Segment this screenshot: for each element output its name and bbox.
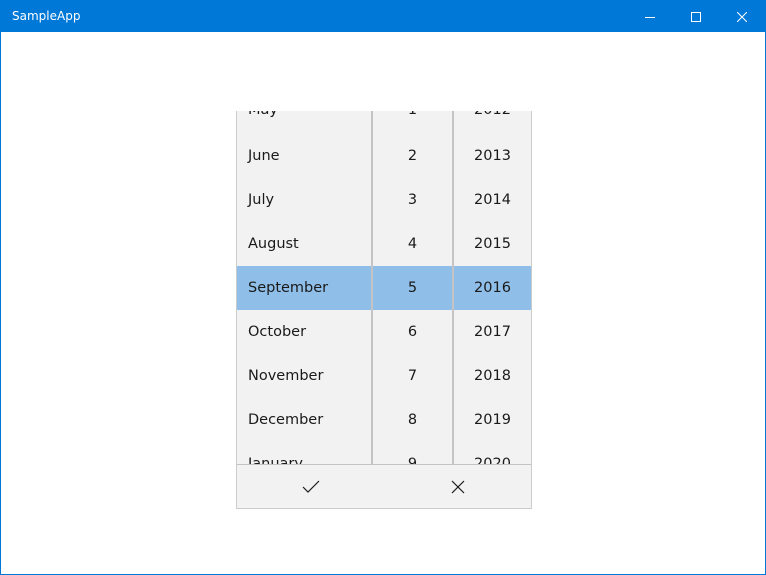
year-item[interactable]: 2013 — [454, 134, 531, 178]
dismiss-button[interactable] — [384, 465, 531, 508]
year-item[interactable]: 2014 — [454, 178, 531, 222]
day-item[interactable]: 8 — [373, 398, 452, 442]
checkmark-icon — [302, 480, 319, 493]
month-item[interactable]: May — [237, 111, 371, 132]
year-item[interactable]: 2019 — [454, 398, 531, 442]
window-title: SampleApp — [12, 9, 81, 23]
title-bar[interactable]: SampleApp — [1, 1, 765, 32]
month-item[interactable]: August — [237, 222, 371, 266]
year-column[interactable]: 2012 2013 2014 2015 2016 2017 2018 2019 … — [454, 111, 531, 464]
month-item-selected[interactable]: September — [237, 266, 371, 310]
month-item[interactable]: June — [237, 134, 371, 178]
month-item[interactable]: November — [237, 354, 371, 398]
close-button[interactable] — [719, 1, 765, 32]
minimize-button[interactable] — [627, 1, 673, 32]
year-item[interactable]: 2012 — [454, 111, 531, 132]
maximize-button[interactable] — [673, 1, 719, 32]
minimize-icon — [645, 16, 655, 18]
app-window: SampleApp May June — [0, 0, 766, 575]
year-item[interactable]: 2017 — [454, 310, 531, 354]
month-column[interactable]: May June July August September October N… — [237, 111, 371, 464]
month-item[interactable]: July — [237, 178, 371, 222]
year-item[interactable]: 2015 — [454, 222, 531, 266]
month-item[interactable]: October — [237, 310, 371, 354]
year-item[interactable]: 2020 — [454, 442, 531, 464]
date-picker-flyout: May June July August September October N… — [236, 111, 532, 509]
close-icon — [737, 11, 747, 22]
date-picker-footer — [237, 464, 531, 508]
year-item[interactable]: 2018 — [454, 354, 531, 398]
accept-button[interactable] — [237, 465, 384, 508]
day-item[interactable]: 4 — [373, 222, 452, 266]
day-item[interactable]: 7 — [373, 354, 452, 398]
day-item-selected[interactable]: 5 — [373, 266, 452, 310]
maximize-icon — [691, 11, 701, 22]
day-item[interactable]: 2 — [373, 134, 452, 178]
close-icon — [451, 480, 464, 493]
day-item[interactable]: 9 — [373, 442, 452, 464]
month-item[interactable]: December — [237, 398, 371, 442]
day-column[interactable]: 1 2 3 4 5 6 7 8 9 — [373, 111, 452, 464]
date-picker-columns: May June July August September October N… — [237, 111, 531, 464]
day-item[interactable]: 6 — [373, 310, 452, 354]
month-item[interactable]: January — [237, 442, 371, 464]
year-item-selected[interactable]: 2016 — [454, 266, 531, 310]
day-item[interactable]: 3 — [373, 178, 452, 222]
day-item[interactable]: 1 — [373, 111, 452, 132]
